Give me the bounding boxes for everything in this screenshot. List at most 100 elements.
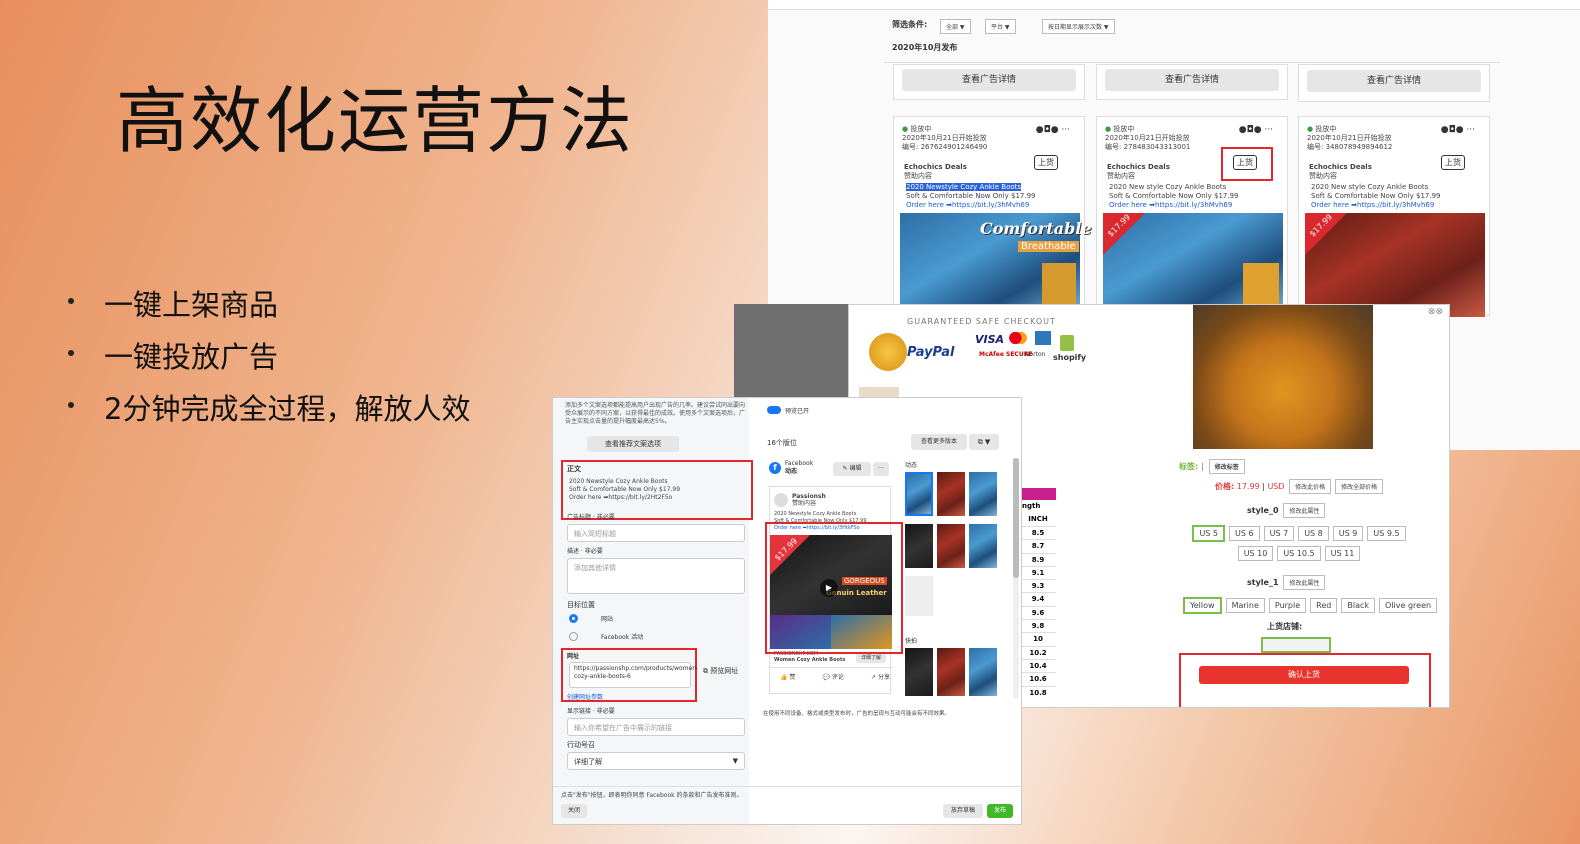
image-caption: Breathable (1018, 241, 1079, 252)
edit-attribute-button[interactable]: 修改此属性 (1283, 575, 1326, 590)
close-button[interactable]: 关闭 (561, 804, 587, 818)
description-label: 描述 · 非必要 (567, 548, 603, 555)
list-product-badge[interactable]: 上货 (1233, 155, 1257, 170)
ad-id: 编号: 267624901246490 (902, 143, 988, 151)
url-input[interactable]: https://passionshp.com/products/women-co… (569, 662, 698, 688)
url-params-link[interactable]: 创建网址参数 (567, 692, 603, 701)
placement-thumb[interactable] (937, 648, 965, 696)
preview-toggle[interactable] (767, 406, 781, 414)
preview-url-button[interactable]: ⧉ 预览网址 (703, 666, 738, 676)
radio-website[interactable] (569, 614, 578, 623)
headline-input[interactable]: 输入简短标题 (567, 524, 745, 542)
ad-text-line: Soft & Comfortable Now Only $17.99 (906, 192, 1036, 200)
view-suggested-copy-button[interactable]: 查看推荐文案选项 (587, 436, 679, 452)
sponsored-label: 赞助内容 (904, 172, 932, 180)
more-versions-button[interactable]: 查看更多版本 (911, 434, 967, 450)
shop-select[interactable] (1261, 637, 1331, 653)
placement-thumb[interactable] (905, 524, 933, 568)
display-link-input[interactable]: 输入你希望在广告中展示的链接 (567, 718, 745, 736)
close-icon[interactable]: ⊗⊗ (1428, 307, 1443, 317)
placement-thumb[interactable] (937, 472, 965, 516)
placement-thumb[interactable] (937, 524, 965, 568)
scrollbar[interactable] (1013, 458, 1019, 698)
size-options: US 5 US 6 US 7 US 8 US 9 US 9.5 US 10 US 10.5 US… (1179, 523, 1419, 563)
ad-text-line: Order here ➡https://bit.ly/3hMvh69 (906, 201, 1030, 209)
top-bar (768, 0, 1580, 10)
slide-title: 高效化运营方法 (116, 79, 635, 163)
publish-button[interactable]: 发布 (987, 804, 1013, 818)
size-chart-unit: INCH (1028, 515, 1048, 523)
checkout-title: GUARANTEED SAFE CHECKOUT (907, 317, 1056, 326)
color-option[interactable]: Black (1341, 598, 1376, 613)
post-product-name: Women Cozy Ankle Boots (774, 657, 846, 663)
size-chart-cell: 8.7 (1020, 539, 1056, 552)
platform-icons: ●◘● ··· (1238, 125, 1273, 135)
size-chart-cell: 10.6 (1020, 672, 1056, 685)
discard-draft-button[interactable]: 放弃草稿 (943, 804, 983, 818)
share-button[interactable]: ↗ 分享 (871, 673, 890, 682)
filter-sort-dropdown[interactable]: 按日期显示展示次数 ▼ (1042, 19, 1115, 34)
view-ad-details-button[interactable]: 查看广告详情 (1307, 70, 1481, 92)
list-product-badge[interactable]: 上货 (1441, 155, 1465, 170)
comment-button[interactable]: 💬 评论 (823, 673, 844, 682)
price-unit: USD (1267, 482, 1285, 491)
paypal-logo: PayPal (907, 345, 955, 360)
size-chart-cell: 8.5 (1020, 526, 1056, 539)
color-option[interactable]: Red (1310, 598, 1338, 613)
size-option[interactable]: US 11 (1324, 546, 1361, 561)
radio-fb-event[interactable] (569, 632, 578, 641)
post-text-line: 2020 Newstyle Cozy Ankle Boots (774, 511, 857, 517)
bullet-item: 一键投放广告 (68, 334, 470, 386)
description-input[interactable]: 添加其他详情 (567, 558, 745, 594)
size-option[interactable]: US 10 (1237, 546, 1274, 561)
terms-text: 点击"发布"按钮，即表明你同意 Facebook 的条款和广告发布准则。 (561, 792, 743, 799)
size-option[interactable]: US 10.5 (1277, 546, 1321, 561)
ad-text-line: Order here ➡https://bit.ly/3hMvh69 (1109, 201, 1233, 209)
cta-select[interactable]: 详细了解 ▼ (567, 752, 745, 770)
placement-thumb[interactable] (905, 472, 933, 516)
date-header: 2020年10月发布 (892, 43, 958, 52)
ad-text-line: Soft & Comfortable Now Only $17.99 (1109, 192, 1239, 200)
like-button[interactable]: 👍 赞 (780, 673, 795, 682)
view-ad-details-button[interactable]: 查看广告详情 (902, 69, 1076, 91)
size-option[interactable]: US 9 (1332, 526, 1364, 541)
copy-intro-text: 添加多个文案选项都能提高用户出现广告的几率。建议尝试同出要向受众展示的不同方案，… (565, 402, 746, 425)
confirm-listing-button[interactable]: 确认上货 (1199, 666, 1409, 684)
placements-count: 16个版位 (767, 439, 797, 447)
color-option[interactable]: Purple (1268, 598, 1307, 613)
size-option[interactable]: US 7 (1263, 526, 1295, 541)
ad-date: 2020年10月21日开始投放 (902, 134, 987, 142)
image-caption: Comfortable (980, 219, 1092, 238)
view-ad-details-button[interactable]: 查看广告详情 (1105, 69, 1279, 91)
edit-tag-button[interactable]: 修改标签 (1208, 459, 1245, 474)
ad-text-line: Order here ➡https://bit.ly/3hMvh69 (1311, 201, 1435, 209)
bullet-list: 一键上架商品 一键投放广告 2分钟完成全过程，解放人效 (68, 282, 470, 438)
color-option[interactable]: Yellow (1182, 597, 1222, 614)
placement-thumb[interactable] (905, 648, 933, 696)
size-option[interactable]: US 5 (1192, 525, 1226, 542)
ad-text-line: 2020 New style Cozy Ankle Boots (1311, 183, 1429, 191)
placement-thumb[interactable] (969, 648, 997, 696)
filter-all-dropdown[interactable]: 全部 ▼ (940, 19, 971, 34)
color-option[interactable]: Marine (1225, 598, 1265, 613)
placement-thumb[interactable] (969, 524, 997, 568)
preview-footer-note: 在使用不同设备、格式或类型发布时，广告的呈现与互动可能会有不同效果。 (763, 711, 951, 717)
more-options-icon[interactable]: ··· (873, 462, 889, 476)
learn-more-button[interactable]: 详细了解 (856, 653, 886, 663)
filter-platform-dropdown[interactable]: 平台 ▼ (985, 19, 1016, 34)
edit-all-prices-button[interactable]: 修改全部价格 (1335, 479, 1384, 494)
placement-thumb[interactable] (969, 472, 997, 516)
size-option[interactable]: US 8 (1298, 526, 1329, 541)
placement-thumbnails (905, 472, 1001, 702)
edit-attribute-button[interactable]: 修改此属性 (1283, 503, 1326, 518)
visa-logo: VISA (975, 333, 1005, 346)
placement-thumb[interactable] (905, 576, 933, 616)
color-option[interactable]: Olive green (1379, 598, 1438, 613)
avatar (774, 493, 788, 507)
size-option[interactable]: US 6 (1229, 526, 1260, 541)
edit-price-button[interactable]: 修改此价格 (1289, 479, 1332, 494)
share-dropdown[interactable]: ⧉ ▼ (969, 434, 999, 450)
size-option[interactable]: US 9.5 (1367, 526, 1406, 541)
list-product-badge[interactable]: 上货 (1034, 155, 1058, 170)
edit-button[interactable]: ✎ 编辑 (833, 462, 871, 476)
